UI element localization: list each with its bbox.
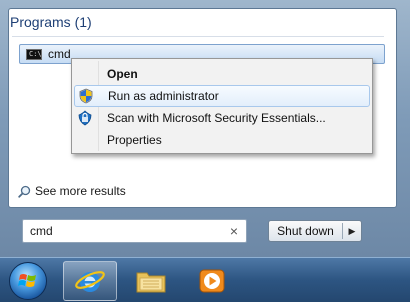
windows-orb-icon: [18, 274, 36, 287]
shutdown-button-group: Shut down ▶: [268, 220, 362, 242]
program-item-label: cmd: [48, 47, 71, 61]
taskbar: [0, 257, 410, 302]
taskbar-windows-explorer[interactable]: [124, 261, 178, 301]
programs-header: Programs (1): [10, 14, 92, 30]
cmd-icon: C:\: [26, 48, 42, 60]
search-input[interactable]: cmd ×: [22, 219, 247, 243]
start-button[interactable]: [9, 262, 47, 300]
context-menu: Open Run as administrator Scan with Micr…: [71, 58, 373, 154]
blank-icon: [74, 129, 96, 151]
search-input-value: cmd: [30, 224, 53, 238]
shutdown-button[interactable]: Shut down: [269, 224, 342, 238]
context-menu-run-as-administrator[interactable]: Run as administrator: [74, 85, 370, 107]
context-menu-scan-security-essentials[interactable]: Scan with Microsoft Security Essentials.…: [74, 107, 370, 129]
folder-icon: [136, 272, 166, 293]
security-essentials-icon: [74, 107, 96, 129]
header-divider: [12, 36, 384, 37]
context-menu-label: Open: [107, 67, 138, 81]
see-more-results-link[interactable]: See more results: [18, 184, 126, 198]
taskbar-internet-explorer[interactable]: [63, 261, 117, 301]
blank-icon: [74, 63, 96, 85]
context-menu-open[interactable]: Open: [74, 63, 370, 85]
magnifier-icon: [18, 185, 31, 198]
internet-explorer-icon: [75, 271, 105, 292]
media-player-icon: [199, 269, 225, 293]
context-menu-properties[interactable]: Properties: [74, 129, 370, 151]
clear-search-icon[interactable]: ×: [230, 223, 238, 239]
context-menu-label: Scan with Microsoft Security Essentials.…: [107, 111, 326, 125]
see-more-label: See more results: [35, 184, 126, 198]
taskbar-windows-media-player[interactable]: [185, 261, 239, 301]
shutdown-options-arrow-icon[interactable]: ▶: [343, 226, 361, 237]
context-menu-label: Properties: [107, 133, 162, 147]
context-menu-label: Run as administrator: [108, 89, 219, 103]
uac-shield-icon: [75, 85, 97, 107]
